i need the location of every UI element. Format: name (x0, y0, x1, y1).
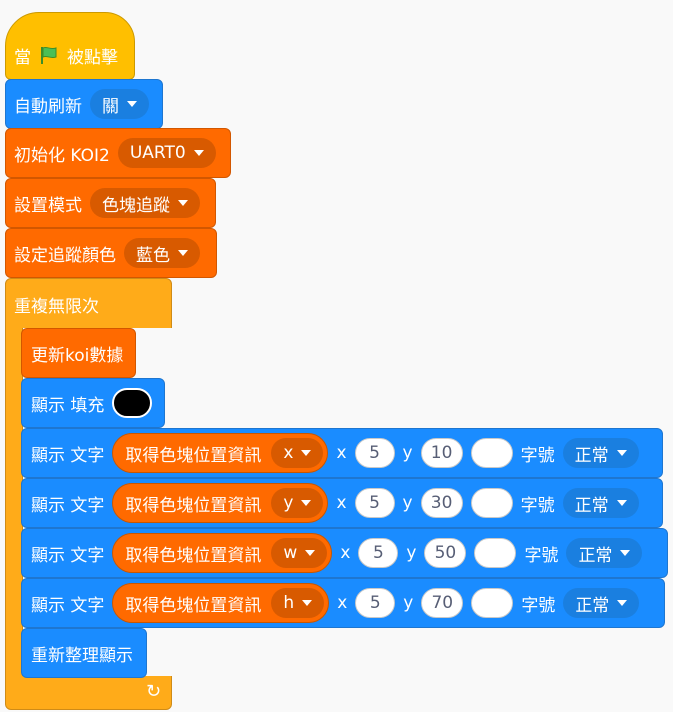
block-info-reporter[interactable]: 取得色塊位置資訊 x (112, 433, 329, 473)
init-label: 初始化 KOI2 (14, 145, 110, 166)
x-label: x (336, 493, 347, 513)
x-input[interactable]: 5 (355, 588, 396, 618)
loop-arrow-icon: ↻ (146, 681, 162, 702)
refresh-label: 重新整理顯示 (31, 645, 133, 666)
size-label: 字號 (524, 545, 559, 566)
chevron-down-icon (178, 200, 188, 206)
y-input[interactable]: 30 (420, 488, 463, 518)
text-label: 顯示 文字 (31, 545, 105, 566)
y-input[interactable]: 50 (424, 538, 467, 568)
text-label: 顯示 文字 (31, 445, 105, 466)
y-label: y (406, 543, 417, 563)
set-mode-label: 設置模式 (14, 195, 82, 216)
reporter-label: 取得色塊位置資訊 (125, 445, 262, 466)
x-input[interactable]: 5 (354, 488, 395, 518)
y-label: y (402, 443, 413, 463)
chevron-down-icon (301, 450, 312, 456)
refresh-display-block[interactable]: 重新整理顯示 (21, 628, 147, 678)
size-dropdown[interactable]: 正常 (566, 538, 643, 568)
display-text-block[interactable]: 顯示 文字 取得色塊位置資訊 y x 5 y 30 字號 正常 (21, 478, 663, 528)
set-color-block[interactable]: 設定追蹤顏色 藍色 (5, 228, 217, 278)
display-text-block[interactable]: 顯示 文字 取得色塊位置資訊 x x 5 y 10 字號 正常 (21, 428, 663, 478)
y-label: y (403, 593, 414, 613)
y-input[interactable]: 70 (421, 588, 464, 618)
text-color-input[interactable] (470, 438, 513, 468)
x-label: x (336, 443, 347, 463)
field-dropdown[interactable]: x (271, 438, 324, 468)
chevron-down-icon (617, 600, 628, 606)
size-dropdown[interactable]: 正常 (563, 588, 640, 618)
set-color-label: 設定追蹤顏色 (14, 245, 116, 266)
auto-refresh-dropdown[interactable]: 關 (90, 89, 149, 119)
x-input[interactable]: 5 (354, 438, 395, 468)
display-text-block[interactable]: 顯示 文字 取得色塊位置資訊 w x 5 y 50 字號 正常 (21, 528, 668, 578)
fill-color-swatch[interactable] (112, 388, 153, 418)
when-label: 當 (14, 47, 31, 68)
chevron-down-icon (178, 250, 188, 256)
clicked-label: 被點擊 (67, 47, 118, 68)
text-color-input[interactable] (471, 588, 514, 618)
chevron-down-icon (302, 600, 313, 606)
size-label: 字號 (520, 495, 555, 516)
set-mode-block[interactable]: 設置模式 色塊追蹤 (5, 178, 216, 228)
size-label: 字號 (520, 445, 555, 466)
size-value: 正常 (578, 545, 613, 566)
field-value: h (283, 593, 295, 613)
block-info-reporter[interactable]: 取得色塊位置資訊 h (112, 583, 330, 623)
size-value: 正常 (574, 445, 609, 466)
set-mode-dropdown[interactable]: 色塊追蹤 (90, 188, 200, 218)
field-value: w (283, 543, 298, 563)
size-label: 字號 (521, 595, 556, 616)
reporter-label: 取得色塊位置資訊 (125, 495, 262, 516)
field-value: y (283, 493, 294, 513)
init-port-dropdown[interactable]: UART0 (117, 138, 216, 168)
update-koi-block[interactable]: 更新koi數據 (21, 328, 136, 378)
forever-label: 重複無限次 (14, 297, 99, 317)
field-dropdown[interactable]: w (271, 538, 328, 568)
text-color-input[interactable] (470, 488, 513, 518)
size-value: 正常 (575, 595, 610, 616)
size-dropdown[interactable]: 正常 (562, 438, 639, 468)
fill-label: 顯示 填充 (31, 395, 105, 416)
size-dropdown[interactable]: 正常 (562, 488, 639, 518)
set-color-dropdown[interactable]: 藍色 (124, 238, 200, 268)
block-info-reporter[interactable]: 取得色塊位置資訊 y (112, 483, 329, 523)
text-label: 顯示 文字 (31, 495, 105, 516)
chevron-down-icon (127, 101, 137, 107)
size-value: 正常 (574, 495, 609, 516)
display-fill-block[interactable]: 顯示 填充 (21, 378, 165, 428)
chevron-down-icon (301, 500, 312, 506)
block-info-reporter[interactable]: 取得色塊位置資訊 w (112, 533, 333, 573)
chevron-down-icon (305, 550, 316, 556)
chevron-down-icon (620, 550, 631, 556)
chevron-down-icon (193, 150, 204, 156)
field-value: x (283, 443, 294, 463)
init-port-value: UART0 (129, 143, 186, 163)
auto-refresh-value: 關 (102, 96, 119, 117)
text-label: 顯示 文字 (31, 595, 105, 616)
field-dropdown[interactable]: h (271, 588, 325, 618)
set-mode-value: 色塊追蹤 (102, 195, 170, 216)
init-koi2-block[interactable]: 初始化 KOI2 UART0 (5, 128, 231, 178)
x-label: x (337, 593, 348, 613)
display-text-block[interactable]: 顯示 文字 取得色塊位置資訊 h x 5 y 70 字號 正常 (21, 578, 665, 628)
x-label: x (340, 543, 351, 563)
reporter-label: 取得色塊位置資訊 (125, 595, 262, 616)
chevron-down-icon (616, 450, 627, 456)
chevron-down-icon (616, 500, 627, 506)
x-input[interactable]: 5 (358, 538, 399, 568)
auto-refresh-block[interactable]: 自動刷新 關 (5, 79, 163, 129)
text-color-input[interactable] (474, 538, 517, 568)
update-label: 更新koi數據 (31, 345, 124, 366)
set-color-value: 藍色 (136, 245, 170, 266)
auto-refresh-label: 自動刷新 (14, 96, 82, 117)
green-flag-icon (41, 46, 57, 64)
reporter-label: 取得色塊位置資訊 (125, 545, 262, 566)
field-dropdown[interactable]: y (271, 488, 324, 518)
y-label: y (402, 493, 413, 513)
y-input[interactable]: 10 (420, 438, 463, 468)
when-flag-clicked-block[interactable]: 當 被點擊 (5, 12, 135, 80)
